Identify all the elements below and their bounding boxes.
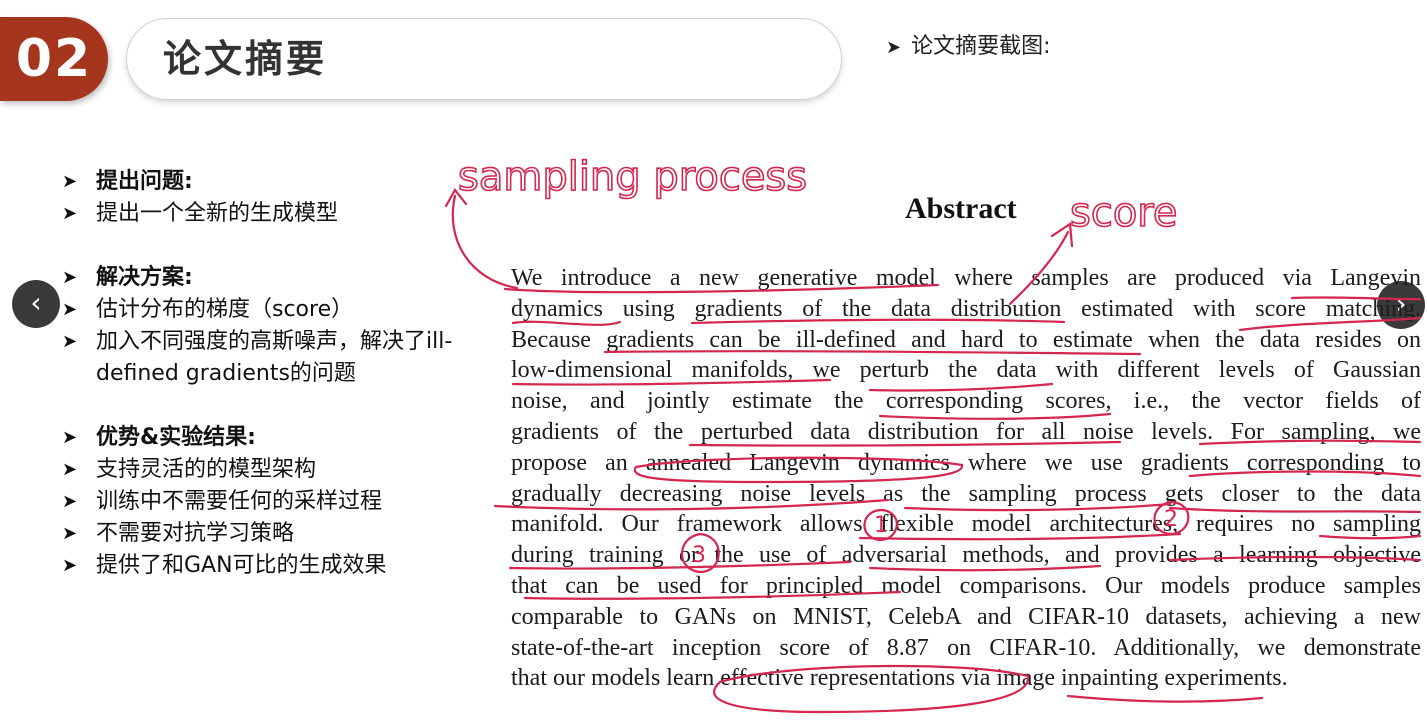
abstract-line: that our models learn effective represen… bbox=[511, 665, 1288, 692]
arrow-icon: ➤ bbox=[62, 523, 78, 544]
arrow-icon: ➤ bbox=[62, 331, 78, 352]
abstract-line: gradually decreasing noise levels as the… bbox=[511, 480, 1421, 507]
abstract-line: noise, and jointly estimate the correspo… bbox=[511, 388, 1421, 415]
abstract-line: that can be used for principled model co… bbox=[511, 572, 1421, 599]
abstract-line: dynamics using gradients of the data dis… bbox=[511, 295, 1421, 322]
arrow-icon: ➤ bbox=[62, 171, 78, 192]
bullet-item: ➤ 提出一个全新的生成模型 bbox=[62, 198, 482, 230]
arrow-icon: ➤ bbox=[62, 203, 78, 224]
arrow-icon: ➤ bbox=[886, 37, 902, 58]
bullet-item: ➤ 估计分布的梯度（score） bbox=[62, 294, 482, 326]
bullet-heading: ➤ 解决方案: bbox=[62, 262, 482, 294]
bullet-item: ➤ 训练中不需要任何的采样过程 bbox=[62, 486, 482, 518]
bullet-heading: ➤ 优势&实验结果: bbox=[62, 422, 482, 454]
arrow-icon: ➤ bbox=[62, 491, 78, 512]
arrow-icon: ➤ bbox=[62, 267, 78, 288]
bullet-item: ➤ 支持灵活的的模型架构 bbox=[62, 454, 482, 486]
section-number-badge: 02 bbox=[0, 17, 108, 101]
bullet-text: 训练中不需要任何的采样过程 bbox=[96, 489, 383, 514]
abstract-line: state-of-the-art inception score of 8.87… bbox=[511, 634, 1421, 661]
section-title-box: 论文摘要 bbox=[126, 18, 842, 100]
bullet-item: ➤ 不需要对抗学习策略 bbox=[62, 518, 482, 550]
arrow-icon: ➤ bbox=[62, 427, 78, 448]
bullet-text: 支持灵活的的模型架构 bbox=[96, 457, 317, 482]
bullet-heading: ➤ 提出问题: bbox=[62, 166, 482, 198]
abstract-line: We introduce a new generative model wher… bbox=[511, 265, 1421, 291]
previous-slide-button[interactable]: ‹ bbox=[12, 280, 60, 328]
bullet-gap bbox=[62, 230, 482, 262]
abstract-line: low-dimensional manifolds, we perturb th… bbox=[511, 357, 1421, 384]
bullet-text: 解决方案: bbox=[96, 265, 193, 290]
bullet-text: 估计分布的梯度（score） bbox=[96, 297, 354, 322]
arrow-icon: ➤ bbox=[62, 555, 78, 576]
bullet-list: ➤ 提出问题: ➤ 提出一个全新的生成模型 ➤ 解决方案: ➤ 估计分布的梯度（score） ➤… bbox=[62, 166, 482, 582]
screenshot-label: ➤ 论文摘要截图: bbox=[886, 28, 1051, 60]
abstract-line: manifold. Our framework allows flexible … bbox=[511, 511, 1421, 538]
bullet-text: 不需要对抗学习策略 bbox=[96, 521, 295, 546]
screenshot-label-text: 论文摘要截图: bbox=[911, 34, 1051, 59]
abstract-line: gradients of the perturbed data distribu… bbox=[511, 418, 1421, 445]
arrow-icon: ➤ bbox=[62, 459, 78, 480]
abstract-heading: Abstract bbox=[905, 192, 1017, 225]
bullet-text: 提出一个全新的生成模型 bbox=[96, 201, 339, 226]
bullet-item: ➤ 加入不同强度的高斯噪声，解决了ill-defined gradients的问题 bbox=[62, 326, 482, 390]
abstract-line: during training or the use of adversaria… bbox=[511, 542, 1421, 569]
bullet-text: 提供了和GAN可比的生成效果 bbox=[96, 553, 387, 578]
abstract-line: comparable to GANs on MNIST, CelebA and … bbox=[511, 603, 1421, 630]
arrow-icon: ➤ bbox=[62, 299, 78, 320]
score-note: score bbox=[1070, 190, 1177, 236]
section-title: 论文摘要 bbox=[163, 37, 328, 81]
bullet-item: ➤ 提供了和GAN可比的生成效果 bbox=[62, 550, 482, 582]
sampling-process-note: sampling process bbox=[458, 154, 807, 200]
bullet-text: 优势&实验结果: bbox=[96, 425, 256, 450]
bullet-text: 加入不同强度的高斯噪声，解决了ill-defined gradients的问题 bbox=[96, 329, 453, 386]
abstract-body: We introduce a new generative model wher… bbox=[511, 263, 1421, 694]
bullet-gap bbox=[62, 390, 482, 422]
bullet-text: 提出问题: bbox=[96, 169, 193, 194]
abstract-line: Because gradients can be ill-defined and… bbox=[511, 326, 1421, 353]
abstract-line: propose an annealed Langevin dynamics wh… bbox=[511, 449, 1421, 476]
